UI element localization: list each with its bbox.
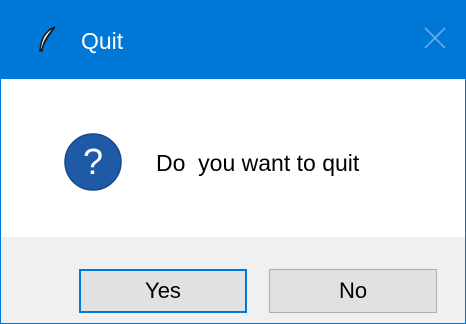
title-bar[interactable]: Quit xyxy=(1,1,465,79)
feather-icon xyxy=(33,25,63,55)
button-area: Yes No xyxy=(1,237,465,323)
question-glyph: ? xyxy=(83,141,103,182)
close-icon xyxy=(422,25,448,56)
yes-button[interactable]: Yes xyxy=(79,269,247,313)
close-button[interactable] xyxy=(405,1,465,79)
window-title: Quit xyxy=(81,28,124,54)
question-icon: ? xyxy=(63,132,123,192)
no-button[interactable]: No xyxy=(269,269,437,313)
dialog-content: ? Do you want to quit xyxy=(1,79,465,237)
quit-dialog-window: Quit ? Do you want to quit Yes No xyxy=(0,0,466,324)
dialog-message: Do you want to quit xyxy=(156,150,360,176)
